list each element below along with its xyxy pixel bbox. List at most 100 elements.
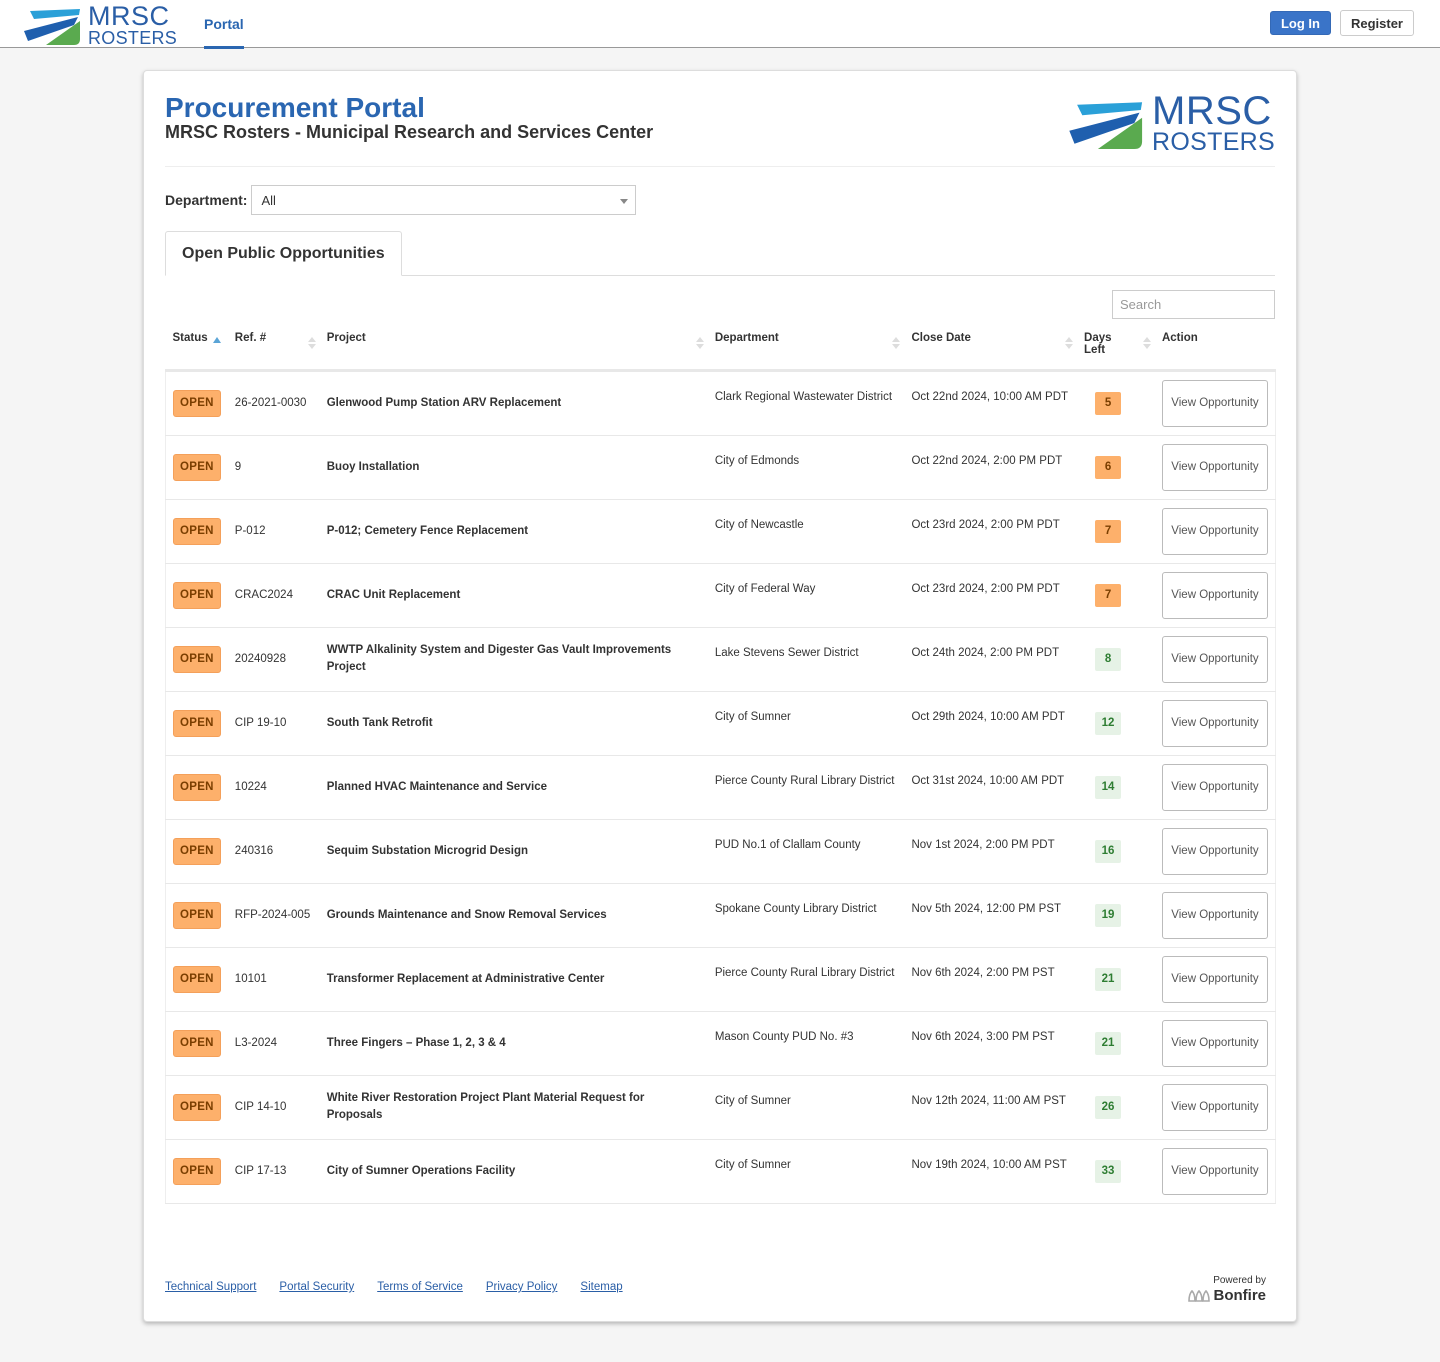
logo-mark-icon — [1069, 102, 1143, 149]
view-opportunity-button[interactable]: View Opportunity — [1161, 827, 1268, 875]
nav-actions: Log In Register — [1269, 10, 1414, 36]
table-row: OPEN 10101 Transformer Replacement at Admi… — [165, 947, 1276, 1011]
column-header-status[interactable]: Status — [165, 329, 228, 372]
header-logo-line1: MRSC — [1152, 89, 1272, 133]
view-opportunity-button[interactable]: View Opportunity — [1161, 1019, 1268, 1067]
department-cell: City of Sumner — [714, 710, 791, 723]
view-opportunity-button[interactable]: View Opportunity — [1161, 379, 1268, 427]
ref-cell: CIP 14-10 — [234, 1100, 287, 1113]
chevron-down-icon — [620, 199, 629, 204]
view-opportunity-button[interactable]: View Opportunity — [1161, 763, 1268, 811]
close-date-cell: Nov 6th 2024, 2:00 PM PST — [911, 966, 1055, 979]
table-row: OPEN 10224 Planned HVAC Maintenance and Se… — [165, 755, 1276, 819]
header-logo: MRSC ROSTERS — [1068, 91, 1275, 155]
status-badge: OPEN — [173, 709, 221, 737]
days-left-badge: 8 — [1095, 647, 1122, 671]
status-badge: OPEN — [173, 389, 221, 417]
days-left-badge: 6 — [1095, 455, 1122, 479]
top-nav: MRSC ROSTERS Portal Log In Register — [0, 0, 1440, 49]
project-cell: CRAC Unit Replacement — [326, 588, 461, 601]
column-header-department[interactable]: Department — [707, 329, 905, 372]
days-left-badge: 33 — [1095, 1159, 1122, 1183]
close-date-cell: Oct 24th 2024, 2:00 PM PDT — [911, 646, 1060, 659]
nav-tab-portal[interactable]: Portal — [204, 0, 244, 49]
close-date-cell: Oct 23rd 2024, 2:00 PM PDT — [911, 582, 1060, 595]
department-cell: Mason County PUD No. #3 — [714, 1030, 854, 1043]
department-cell: Clark Regional Wastewater District — [714, 390, 893, 403]
view-opportunity-button[interactable]: View Opportunity — [1161, 1083, 1268, 1131]
column-header-days-left[interactable]: Days Left — [1077, 329, 1155, 372]
table-row: OPEN CIP 17-13 City of Sumner Operations F… — [165, 1139, 1276, 1203]
project-cell: Planned HVAC Maintenance and Service — [326, 780, 548, 793]
status-badge: OPEN — [173, 901, 221, 929]
view-opportunity-button[interactable]: View Opportunity — [1161, 571, 1268, 619]
sort-icon — [892, 337, 901, 351]
project-cell: South Tank Retrofit — [326, 716, 433, 729]
ref-cell: 10224 — [234, 780, 267, 793]
login-button[interactable]: Log In — [1269, 11, 1331, 35]
department-label: Department: — [165, 192, 248, 208]
project-cell: Sequim Substation Microgrid Design — [326, 844, 529, 857]
ref-cell: CIP 19-10 — [234, 716, 287, 729]
opportunities-table: Status Ref. # Project Department Close D… — [165, 329, 1276, 1204]
days-left-badge: 12 — [1095, 711, 1122, 735]
view-opportunity-button[interactable]: View Opportunity — [1161, 635, 1268, 683]
ref-cell: CRAC2024 — [234, 588, 293, 601]
close-date-cell: Nov 6th 2024, 3:00 PM PST — [911, 1030, 1055, 1043]
department-cell: City of Federal Way — [714, 582, 816, 595]
project-cell: Glenwood Pump Station ARV Replacement — [326, 396, 562, 409]
column-header-ref[interactable]: Ref. # — [227, 329, 320, 372]
department-cell: Spokane County Library District — [714, 902, 877, 915]
department-filter: Department: All — [165, 185, 637, 215]
footer-link-terms-of-service[interactable]: Terms of Service — [377, 1281, 463, 1293]
search-input[interactable] — [1112, 290, 1275, 319]
table-row: OPEN CIP 19-10 South Tank Retrofit City of … — [165, 691, 1276, 755]
project-cell: Buoy Installation — [326, 460, 420, 473]
column-header-close-date[interactable]: Close Date — [904, 329, 1078, 372]
register-button[interactable]: Register — [1339, 10, 1414, 36]
footer-link-privacy-policy[interactable]: Privacy Policy — [486, 1281, 558, 1293]
view-opportunity-button[interactable]: View Opportunity — [1161, 955, 1268, 1003]
days-left-badge: 7 — [1095, 519, 1122, 543]
footer-link-portal-security[interactable]: Portal Security — [279, 1281, 354, 1293]
tab-open-public-opportunities[interactable]: Open Public Opportunities — [165, 231, 402, 276]
project-cell: White River Restoration Project Plant Ma… — [326, 1092, 645, 1121]
table-row: OPEN RFP-2024-005 Grounds Maintenance and … — [165, 883, 1276, 947]
portal-card: Procurement Portal MRSC Rosters - Munici… — [143, 70, 1297, 1322]
status-badge: OPEN — [173, 773, 221, 801]
column-header-action: Action — [1154, 329, 1276, 372]
table-row: OPEN P-012 P-012; Cemetery Fence Replaceme… — [165, 499, 1276, 563]
days-left-badge: 16 — [1095, 839, 1122, 863]
footer-link-sitemap[interactable]: Sitemap — [580, 1281, 622, 1293]
mrsc-logo[interactable]: MRSC ROSTERS — [24, 3, 177, 47]
sort-icon — [695, 337, 704, 351]
powered-by-label: Powered by — [1213, 1275, 1266, 1286]
table-header-row: Status Ref. # Project Department Close D… — [165, 329, 1276, 372]
department-select[interactable]: All — [251, 185, 637, 215]
view-opportunity-button[interactable]: View Opportunity — [1161, 443, 1268, 491]
ref-cell: 9 — [234, 460, 242, 473]
view-opportunity-button[interactable]: View Opportunity — [1161, 507, 1268, 555]
ref-cell: 26-2021-0030 — [234, 396, 307, 409]
column-header-project[interactable]: Project — [319, 329, 708, 372]
close-date-cell: Oct 23rd 2024, 2:00 PM PDT — [911, 518, 1060, 531]
footer-link-technical-support[interactable]: Technical Support — [165, 1281, 256, 1293]
view-opportunity-button[interactable]: View Opportunity — [1161, 699, 1268, 747]
powered-by-bonfire: Powered by Bonfire — [1187, 1275, 1266, 1304]
table-row: OPEN L3-2024 Three Fingers – Phase 1, 2, 3… — [165, 1011, 1276, 1075]
view-opportunity-button[interactable]: View Opportunity — [1161, 1147, 1268, 1195]
view-opportunity-button[interactable]: View Opportunity — [1161, 891, 1268, 939]
status-badge: OPEN — [173, 645, 221, 673]
close-date-cell: Oct 31st 2024, 10:00 AM PDT — [911, 774, 1065, 787]
department-cell: City of Edmonds — [714, 454, 800, 467]
status-badge: OPEN — [173, 453, 221, 481]
table-row: OPEN 240316 Sequim Substation Microgrid De… — [165, 819, 1276, 883]
days-left-badge: 21 — [1095, 967, 1122, 991]
sort-ascending-icon — [212, 337, 221, 343]
days-left-badge: 7 — [1095, 583, 1122, 607]
ref-cell: 10101 — [234, 972, 267, 985]
project-cell: Three Fingers – Phase 1, 2, 3 & 4 — [326, 1036, 506, 1049]
status-badge: OPEN — [173, 1093, 221, 1121]
department-selected-value: All — [261, 192, 276, 208]
ref-cell: L3-2024 — [234, 1036, 278, 1049]
